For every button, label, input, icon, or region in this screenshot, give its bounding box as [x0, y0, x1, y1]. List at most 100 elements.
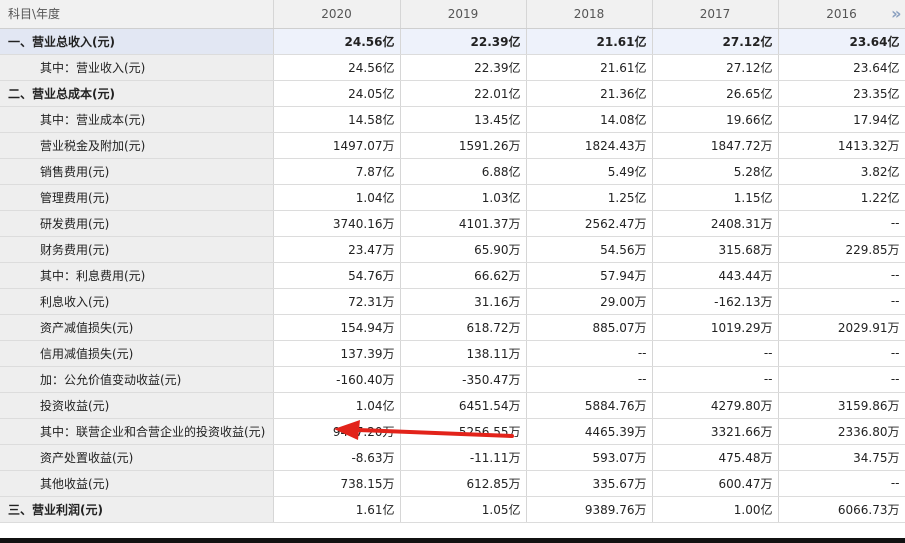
- row-label: 管理费用(元): [0, 184, 274, 211]
- cell-value: -11.11万: [400, 444, 527, 471]
- cell-value: 24.56亿: [273, 28, 401, 55]
- year-header-2016[interactable]: 2016 »: [778, 0, 905, 29]
- cell-value: 13.45亿: [400, 106, 527, 133]
- cell-value: 21.61亿: [526, 28, 653, 55]
- cell-value: --: [652, 340, 779, 367]
- cell-value: 66.62万: [400, 262, 527, 289]
- cell-value: 4279.80万: [652, 392, 779, 419]
- cell-value: --: [526, 340, 653, 367]
- row-label: 其中：营业成本(元): [0, 106, 274, 133]
- cell-value: 738.15万: [273, 470, 401, 497]
- row-label: 营业税金及附加(元): [0, 132, 274, 159]
- cell-value: 229.85万: [778, 236, 905, 263]
- cell-value: 593.07万: [526, 444, 653, 471]
- row-label: 加：公允价值变动收益(元): [0, 366, 274, 393]
- cell-value: -160.40万: [273, 366, 401, 393]
- cell-value: 1.03亿: [400, 184, 527, 211]
- cell-value: 154.94万: [273, 314, 401, 341]
- table-row: 加：公允价值变动收益(元) -160.40万 -350.47万 -- -- --: [0, 366, 905, 393]
- table-row: 资产减值损失(元) 154.94万 618.72万 885.07万 1019.2…: [0, 314, 905, 341]
- cell-value: 1.05亿: [400, 496, 527, 523]
- cell-value: 1019.29万: [652, 314, 779, 341]
- cell-value: 26.65亿: [652, 80, 779, 107]
- cell-value: 1.00亿: [652, 496, 779, 523]
- row-label: 资产处置收益(元): [0, 444, 274, 471]
- row-label: 销售费用(元): [0, 158, 274, 185]
- year-header-label: 2016: [826, 6, 857, 21]
- cell-value: 1497.07万: [273, 132, 401, 159]
- cell-value: 443.44万: [652, 262, 779, 289]
- cell-value: 885.07万: [526, 314, 653, 341]
- cell-value: 3.82亿: [778, 158, 905, 185]
- table-row: 其他收益(元) 738.15万 612.85万 335.67万 600.47万 …: [0, 470, 905, 497]
- cell-value: 29.00万: [526, 288, 653, 315]
- cell-value: 3740.16万: [273, 210, 401, 237]
- cell-value: 618.72万: [400, 314, 527, 341]
- cell-value: 2029.91万: [778, 314, 905, 341]
- cell-value: 2562.47万: [526, 210, 653, 237]
- cell-value: 9389.76万: [526, 496, 653, 523]
- cell-value: 612.85万: [400, 470, 527, 497]
- table-row: 二、营业总成本(元) 24.05亿 22.01亿 21.36亿 26.65亿 2…: [0, 80, 905, 107]
- cell-value: 22.39亿: [400, 54, 527, 81]
- bottom-edge-bar: [0, 538, 905, 543]
- cell-value: 6.88亿: [400, 158, 527, 185]
- row-label: 投资收益(元): [0, 392, 274, 419]
- table-row: 财务费用(元) 23.47万 65.90万 54.56万 315.68万 229…: [0, 236, 905, 263]
- table-row: 其中：利息费用(元) 54.76万 66.62万 57.94万 443.44万 …: [0, 262, 905, 289]
- cell-value: 57.94万: [526, 262, 653, 289]
- cell-value: 1.25亿: [526, 184, 653, 211]
- cell-value: 4101.37万: [400, 210, 527, 237]
- table-row: 三、营业利润(元) 1.61亿 1.05亿 9389.76万 1.00亿 606…: [0, 496, 905, 523]
- cell-value: 23.47万: [273, 236, 401, 263]
- cell-value: 27.12亿: [652, 54, 779, 81]
- cell-value: 17.94亿: [778, 106, 905, 133]
- cell-value: --: [778, 210, 905, 237]
- double-chevron-right-icon[interactable]: »: [891, 4, 901, 23]
- cell-value: 54.56万: [526, 236, 653, 263]
- cell-value: 22.39亿: [400, 28, 527, 55]
- cell-value: 23.64亿: [778, 54, 905, 81]
- cell-value: 21.36亿: [526, 80, 653, 107]
- cell-value: 138.11万: [400, 340, 527, 367]
- row-label: 其他收益(元): [0, 470, 274, 497]
- row-label: 利息收入(元): [0, 288, 274, 315]
- cell-value: 5.49亿: [526, 158, 653, 185]
- cell-value: 600.47万: [652, 470, 779, 497]
- cell-value: 4465.39万: [526, 418, 653, 445]
- cell-value: 7.87亿: [273, 158, 401, 185]
- cell-value: 31.16万: [400, 288, 527, 315]
- row-label: 一、营业总收入(元): [0, 28, 274, 55]
- cell-value: 21.61亿: [526, 54, 653, 81]
- corner-header: 科目\年度: [0, 0, 274, 29]
- table-row: 一、营业总收入(元) 24.56亿 22.39亿 21.61亿 27.12亿 2…: [0, 28, 905, 55]
- cell-value: 6066.73万: [778, 496, 905, 523]
- cell-value: --: [778, 366, 905, 393]
- cell-value: --: [778, 470, 905, 497]
- year-header-2018[interactable]: 2018: [526, 0, 653, 29]
- table-row: 资产处置收益(元) -8.63万 -11.11万 593.07万 475.48万…: [0, 444, 905, 471]
- cell-value: 34.75万: [778, 444, 905, 471]
- table-row: 研发费用(元) 3740.16万 4101.37万 2562.47万 2408.…: [0, 210, 905, 237]
- cell-value: 5884.76万: [526, 392, 653, 419]
- row-label: 财务费用(元): [0, 236, 274, 263]
- row-label: 资产减值损失(元): [0, 314, 274, 341]
- cell-value: 1.15亿: [652, 184, 779, 211]
- cell-value: 1.04亿: [273, 392, 401, 419]
- year-header-2017[interactable]: 2017: [652, 0, 779, 29]
- cell-value: 14.58亿: [273, 106, 401, 133]
- cell-value: 24.05亿: [273, 80, 401, 107]
- row-label: 其中：营业收入(元): [0, 54, 274, 81]
- cell-value: 23.64亿: [778, 28, 905, 55]
- cell-value: --: [526, 366, 653, 393]
- cell-value: 6451.54万: [400, 392, 527, 419]
- cell-value: -162.13万: [652, 288, 779, 315]
- cell-value: 1413.32万: [778, 132, 905, 159]
- year-header-2020[interactable]: 2020: [273, 0, 401, 29]
- table-row: 其中：营业收入(元) 24.56亿 22.39亿 21.61亿 27.12亿 2…: [0, 54, 905, 81]
- year-header-2019[interactable]: 2019: [400, 0, 527, 29]
- table-row: 投资收益(元) 1.04亿 6451.54万 5884.76万 4279.80万…: [0, 392, 905, 419]
- cell-value: --: [778, 340, 905, 367]
- cell-value: 72.31万: [273, 288, 401, 315]
- cell-value: 5.28亿: [652, 158, 779, 185]
